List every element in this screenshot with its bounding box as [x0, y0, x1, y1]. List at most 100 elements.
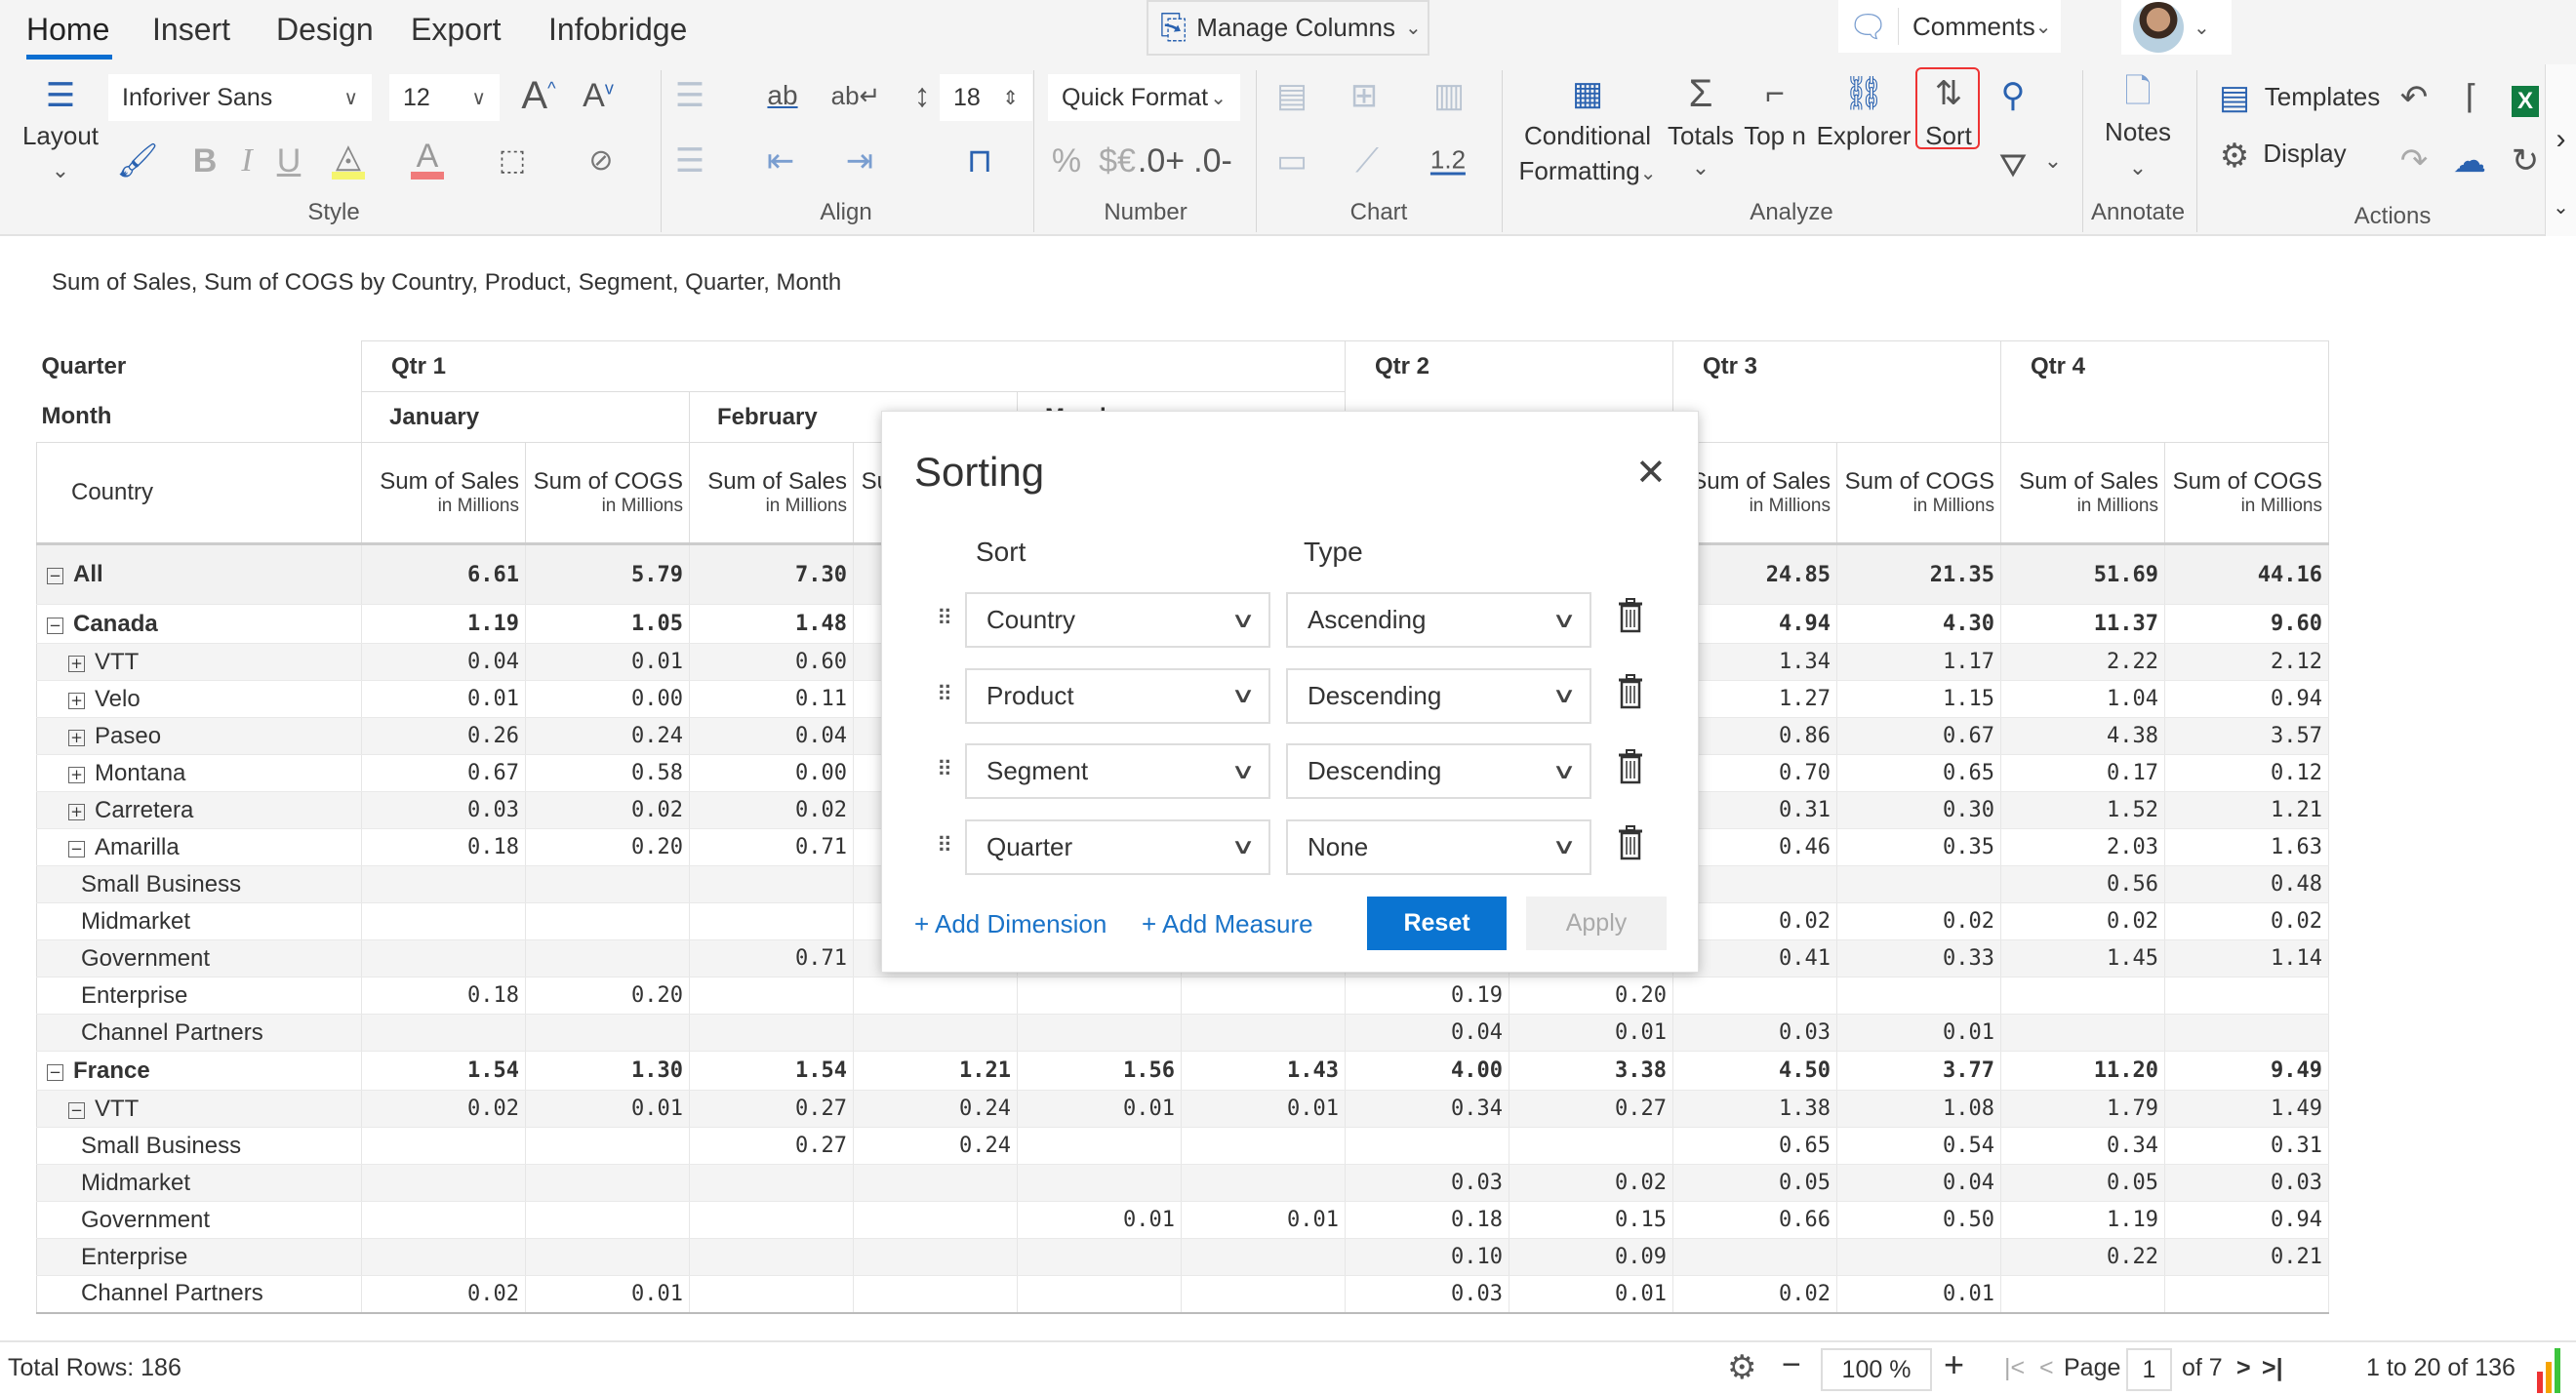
wrap-text-icon[interactable]: ab↵	[831, 83, 881, 108]
fill-color-icon[interactable]: ◬	[336, 140, 361, 173]
sort-type-dropdown[interactable]: None ∨	[1286, 818, 1591, 875]
value-cell[interactable]: 0.09	[1509, 1238, 1673, 1276]
bold-icon[interactable]: B	[193, 144, 218, 178]
value-cell[interactable]: 4.50	[1672, 1051, 1837, 1091]
value-cell[interactable]	[1836, 865, 2001, 903]
measure-header-sales[interactable]: Sum of Salesin Millions	[689, 442, 854, 545]
value-cell[interactable]: 1.17	[1836, 643, 2001, 681]
sort-type-dropdown[interactable]: Descending ∨	[1286, 667, 1591, 724]
value-cell[interactable]: 0.01	[1181, 1090, 1346, 1128]
apply-button[interactable]: Apply	[1526, 897, 1667, 950]
value-cell[interactable]: 0.03	[1672, 1014, 1837, 1052]
value-cell[interactable]	[689, 1164, 854, 1202]
value-cell[interactable]: 3.57	[2164, 717, 2329, 755]
value-cell[interactable]: 0.01	[525, 643, 690, 681]
value-cell[interactable]: 0.60	[689, 643, 854, 681]
value-cell[interactable]: 11.20	[2000, 1051, 2165, 1091]
value-cell[interactable]	[2164, 1014, 2329, 1052]
value-cell[interactable]: 0.34	[2000, 1127, 2165, 1165]
value-cell[interactable]: 0.05	[2000, 1164, 2165, 1202]
value-cell[interactable]: 0.65	[1672, 1127, 1837, 1165]
value-cell[interactable]: 0.22	[2000, 1238, 2165, 1276]
value-cell[interactable]: 1.56	[1017, 1051, 1182, 1091]
value-cell[interactable]: 1.54	[361, 1051, 526, 1091]
value-cell[interactable]: 1.48	[689, 604, 854, 644]
decrease-decimal-icon[interactable]: .0-	[1193, 144, 1232, 178]
value-cell[interactable]: 0.04	[1345, 1014, 1509, 1052]
value-cell[interactable]: 1.30	[525, 1051, 690, 1091]
collapse-icon[interactable]: −	[47, 1063, 63, 1081]
percent-icon[interactable]: %	[1052, 144, 1081, 178]
value-cell[interactable]	[525, 1238, 690, 1276]
value-cell[interactable]	[2164, 1275, 2329, 1314]
tab-insert[interactable]: Insert	[152, 12, 230, 48]
value-cell[interactable]: 0.00	[525, 680, 690, 718]
value-cell[interactable]: 51.69	[2000, 543, 2165, 605]
next-page-icon[interactable]: >	[2236, 1354, 2251, 1382]
italic-icon[interactable]: I	[241, 144, 252, 178]
value-cell[interactable]: 0.02	[1672, 1275, 1837, 1314]
value-cell[interactable]: 0.10	[1345, 1238, 1509, 1276]
value-cell[interactable]: 4.30	[1836, 604, 2001, 644]
trash-icon[interactable]	[1616, 749, 1645, 789]
trash-icon[interactable]	[1616, 598, 1645, 638]
value-cell[interactable]: 1.15	[1836, 680, 2001, 718]
value-cell[interactable]	[2000, 1014, 2165, 1052]
sort-field-dropdown[interactable]: Country ∨	[965, 592, 1270, 648]
zoom-out-button[interactable]: −	[1782, 1346, 1801, 1384]
value-cell[interactable]: 1.08	[1836, 1090, 2001, 1128]
increase-font-icon[interactable]: A^	[521, 76, 555, 115]
formatting-dropdown[interactable]: Formatting⌄	[1518, 156, 1656, 186]
value-cell[interactable]: 0.94	[2164, 680, 2329, 718]
value-cell[interactable]	[853, 1164, 1018, 1202]
settings-gear-icon[interactable]: ⚙	[1727, 1348, 1756, 1387]
value-cell[interactable]: 1.04	[2000, 680, 2165, 718]
sort-field-dropdown[interactable]: Quarter ∨	[965, 818, 1270, 875]
conditional-formatting-icon[interactable]: ▦	[1572, 77, 1603, 110]
value-cell[interactable]: 0.02	[361, 1090, 526, 1128]
value-cell[interactable]	[689, 1201, 854, 1239]
layout-icon[interactable]: ☰	[46, 79, 75, 112]
value-cell[interactable]: 0.18	[361, 828, 526, 866]
value-cell[interactable]: 0.02	[689, 791, 854, 829]
value-cell[interactable]	[689, 1275, 854, 1314]
close-icon[interactable]: ✕	[1635, 451, 1667, 495]
value-cell[interactable]: 0.34	[1345, 1090, 1509, 1128]
value-cell[interactable]: 0.54	[1836, 1127, 2001, 1165]
format-painter-icon[interactable]: 🖌	[116, 144, 158, 178]
excel-icon[interactable]: X	[2511, 86, 2540, 117]
drag-handle-icon[interactable]: ⠿	[937, 682, 952, 707]
notes-button[interactable]: Notes	[2105, 117, 2171, 147]
decrease-font-icon[interactable]: Av	[583, 79, 614, 112]
bar-chart-icon[interactable]: ▤	[1276, 79, 1308, 112]
value-cell[interactable]: 5.79	[525, 543, 690, 605]
value-cell[interactable]: 0.65	[1836, 754, 2001, 792]
templates-button[interactable]: Templates	[2265, 82, 2381, 112]
value-cell[interactable]: 2.12	[2164, 643, 2329, 681]
drag-handle-icon[interactable]: ⠿	[937, 606, 952, 631]
value-cell[interactable]	[525, 1201, 690, 1239]
value-cell[interactable]	[2000, 977, 2165, 1015]
value-cell[interactable]: 0.01	[1836, 1275, 2001, 1314]
value-cell[interactable]	[1509, 1127, 1673, 1165]
value-cell[interactable]	[1181, 1127, 1346, 1165]
value-cell[interactable]	[689, 977, 854, 1015]
value-cell[interactable]: 0.02	[1509, 1164, 1673, 1202]
value-cell[interactable]: 3.77	[1836, 1051, 2001, 1091]
value-cell[interactable]: 0.35	[1836, 828, 2001, 866]
conditional-formatting-button[interactable]: Conditional	[1524, 121, 1651, 151]
measure-header-cogs[interactable]: Sum of COGSin Millions	[1836, 442, 2001, 545]
value-cell[interactable]: 0.04	[361, 643, 526, 681]
align-vertical-icon[interactable]: ☰	[675, 144, 704, 178]
collapse-icon[interactable]: −	[47, 568, 63, 584]
value-cell[interactable]	[525, 1164, 690, 1202]
chevron-down-icon[interactable]: ⌄	[2546, 195, 2576, 219]
value-cell[interactable]	[689, 1238, 854, 1276]
value-cell[interactable]: 1.43	[1181, 1051, 1346, 1091]
value-cell[interactable]	[1181, 1238, 1346, 1276]
value-cell[interactable]: 0.02	[1836, 902, 2001, 940]
data-label-icon[interactable]: 1.2	[1429, 147, 1467, 176]
manage-columns-button[interactable]: ⎘ Manage Columns ⌄	[1147, 0, 1429, 56]
measure-header-sales[interactable]: Sum of Salesin Millions	[2000, 442, 2165, 545]
value-cell[interactable]: 0.03	[2164, 1164, 2329, 1202]
